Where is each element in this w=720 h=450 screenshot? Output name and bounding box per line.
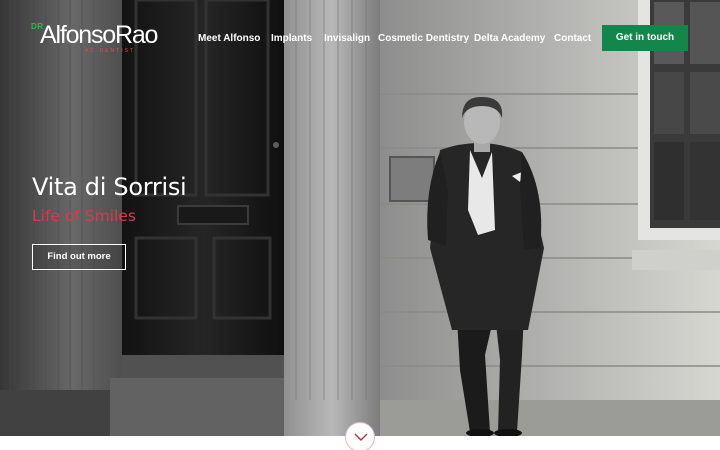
find-out-more-button[interactable]: Find out more xyxy=(32,244,126,270)
nav-item-implants[interactable]: Implants xyxy=(271,31,312,47)
nav-item-contact[interactable]: Contact xyxy=(554,31,591,47)
nav-item-meet-alfonso[interactable]: Meet Alfonso xyxy=(198,31,260,47)
scroll-down-button[interactable] xyxy=(345,422,375,450)
chevron-down-icon xyxy=(354,433,368,441)
logo-name: AlfonsoRao xyxy=(40,21,158,49)
nav-item-cosmetic-dentistry[interactable]: Cosmetic Dentistry xyxy=(378,31,469,47)
nav-item-invisalign[interactable]: Invisalign xyxy=(324,31,370,47)
hero-subtitle: Life of Smiles xyxy=(32,207,136,225)
site-logo[interactable]: DR AlfonsoRao AC·DENTIST xyxy=(31,20,181,56)
hero-title: Vita di Sorrisi xyxy=(32,173,187,201)
nav-item-delta-academy[interactable]: Delta Academy xyxy=(474,31,545,47)
get-in-touch-button[interactable]: Get in touch xyxy=(602,25,688,51)
logo-tagline: AC·DENTIST xyxy=(85,48,135,54)
